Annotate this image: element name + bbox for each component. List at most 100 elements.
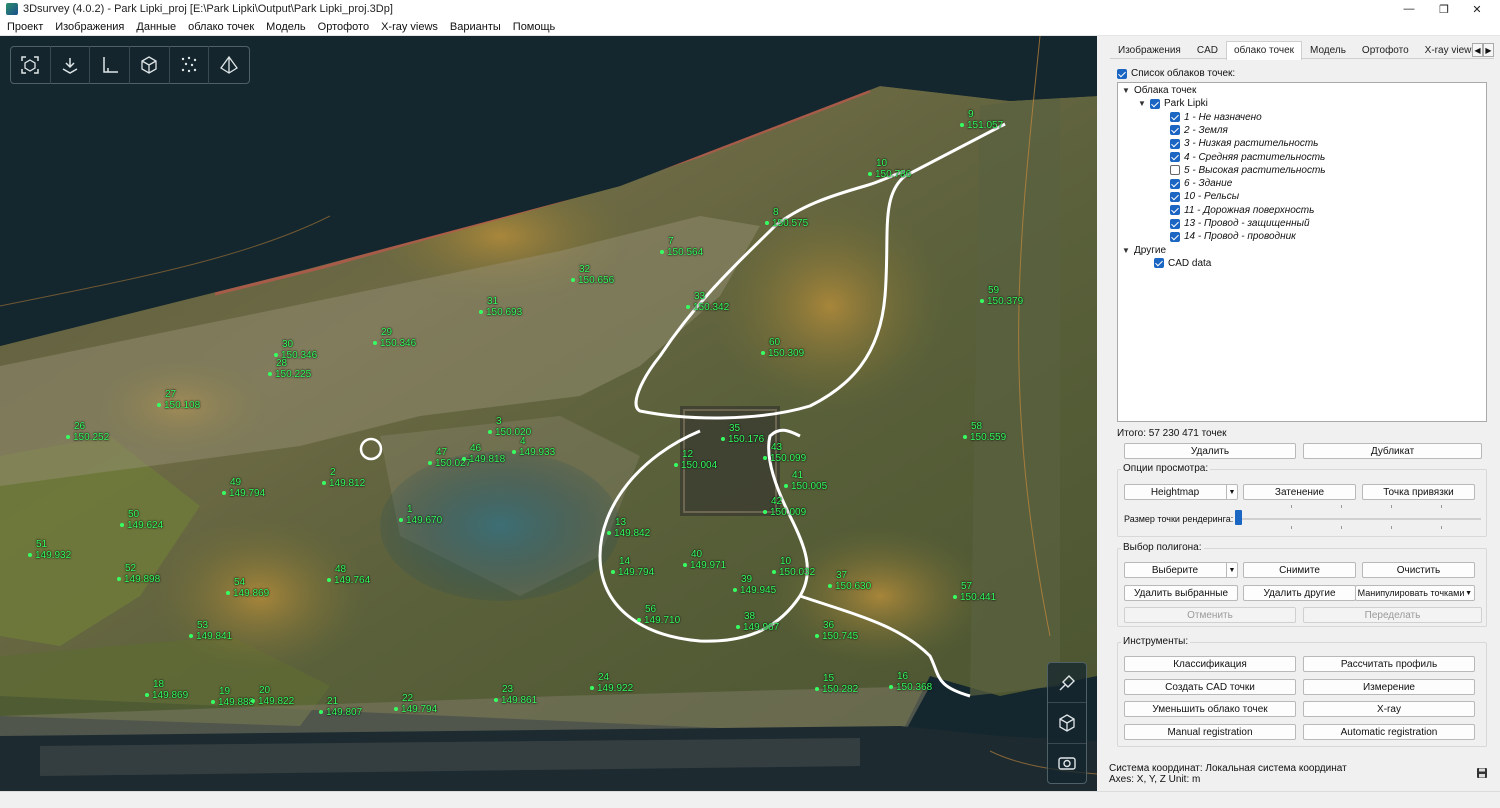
survey-marker[interactable]: 42 150.009: [763, 496, 806, 518]
tree-checkbox[interactable]: [1170, 152, 1180, 162]
tree-class-item[interactable]: 1 - Не назначено: [1170, 112, 1262, 123]
model-icon[interactable]: [1048, 703, 1086, 744]
survey-marker[interactable]: 54 149.869: [226, 577, 269, 599]
tree-class-item[interactable]: 3 - Низкая растительность: [1170, 138, 1318, 149]
survey-marker[interactable]: 35 150.176: [721, 423, 764, 445]
reduce-cloud-button[interactable]: Уменьшить облако точек: [1124, 701, 1296, 717]
tree-class-item[interactable]: 4 - Средняя растительность: [1170, 152, 1325, 163]
survey-marker[interactable]: 56 149.710: [637, 604, 680, 626]
automatic-registration-button[interactable]: Automatic registration: [1303, 724, 1475, 740]
tree-checkbox[interactable]: [1150, 98, 1160, 109]
cube-icon[interactable]: [130, 46, 170, 84]
menu-xray-views[interactable]: X-ray views: [375, 18, 444, 36]
survey-marker[interactable]: 20 149.822: [251, 685, 294, 707]
menu-images[interactable]: Изображения: [49, 18, 130, 36]
point-size-slider[interactable]: [1235, 510, 1242, 525]
manual-registration-button[interactable]: Manual registration: [1124, 724, 1296, 740]
menu-variants[interactable]: Варианты: [444, 18, 507, 36]
tree-checkbox[interactable]: [1154, 258, 1164, 269]
survey-marker[interactable]: 2 149.812: [322, 467, 365, 489]
tree-checkbox[interactable]: [1170, 178, 1180, 189]
survey-marker[interactable]: 39 149.945: [733, 574, 776, 596]
tree-checkbox[interactable]: [1170, 138, 1180, 149]
save-icon[interactable]: [1476, 767, 1488, 779]
tree-class-item[interactable]: 2 - Земля: [1170, 125, 1228, 136]
survey-marker[interactable]: 13 149.842: [607, 517, 650, 539]
axis-icon[interactable]: [90, 46, 131, 84]
redo-button[interactable]: Переделать: [1303, 607, 1482, 623]
duplicate-button[interactable]: Дубликат: [1303, 443, 1482, 459]
survey-marker[interactable]: 31 150.693: [479, 296, 522, 318]
survey-marker[interactable]: 16 150.368: [889, 671, 932, 693]
camera-icon[interactable]: [1048, 744, 1086, 783]
survey-marker[interactable]: 33 150.342: [686, 291, 729, 313]
menu-data[interactable]: Данные: [130, 18, 182, 36]
tab-images[interactable]: Изображения: [1110, 41, 1189, 59]
manipulate-points-button[interactable]: Манипулировать точками ▼: [1355, 585, 1475, 601]
tree-checkbox[interactable]: [1170, 112, 1180, 123]
tab-model[interactable]: Модель: [1302, 41, 1354, 59]
tab-cad[interactable]: CAD: [1189, 41, 1226, 59]
survey-marker[interactable]: 46 149.818: [462, 443, 505, 465]
survey-marker[interactable]: 53 149.841: [189, 620, 232, 642]
tree-others[interactable]: ▼ Другие: [1122, 245, 1166, 256]
survey-marker[interactable]: 48 149.764: [327, 564, 370, 586]
tree-class-item[interactable]: 5 - Высокая растительность: [1170, 165, 1326, 176]
survey-marker[interactable]: 32 150.656: [571, 264, 614, 286]
tab-orthophoto[interactable]: Ортофото: [1354, 41, 1417, 59]
delete-others-button[interactable]: Удалить другие: [1243, 585, 1356, 601]
tree-class-item[interactable]: 6 - Здание: [1170, 178, 1232, 189]
survey-marker[interactable]: 19 149.888: [211, 686, 254, 708]
plane-icon[interactable]: [209, 46, 249, 84]
drone-icon[interactable]: [1048, 663, 1086, 704]
survey-marker[interactable]: 43 150.099: [763, 442, 806, 464]
tree-class-item[interactable]: 13 - Провод - защищенный: [1170, 218, 1310, 229]
deselect-button[interactable]: Снимите: [1243, 562, 1356, 578]
survey-marker[interactable]: 27 150.108: [157, 389, 200, 411]
menu-model[interactable]: Модель: [260, 18, 311, 36]
menu-point-cloud[interactable]: облако точек: [182, 18, 260, 36]
expand-caret-icon[interactable]: ▼: [1122, 246, 1130, 255]
select-polygon-button[interactable]: Выберите ▼: [1124, 562, 1238, 578]
survey-marker[interactable]: 57 150.441: [953, 581, 996, 603]
expand-caret-icon[interactable]: ▼: [1122, 86, 1130, 95]
tree-checkbox[interactable]: [1170, 165, 1180, 176]
survey-marker[interactable]: 22 149.794: [394, 693, 437, 715]
classification-button[interactable]: Классификация: [1124, 656, 1296, 672]
tree-project[interactable]: ▼ Park Lipki: [1138, 98, 1208, 109]
survey-marker[interactable]: 18 149.869: [145, 679, 188, 701]
tree-checkbox[interactable]: [1170, 191, 1180, 202]
tab-scroll-right-icon[interactable]: ▶: [1483, 43, 1494, 57]
menu-help[interactable]: Помощь: [507, 18, 562, 36]
clear-button[interactable]: Очистить: [1362, 562, 1475, 578]
heightmap-select[interactable]: Heightmap ▼: [1124, 484, 1238, 500]
survey-marker[interactable]: 40 149.971: [683, 549, 726, 571]
survey-marker[interactable]: 59 150.379: [980, 285, 1023, 307]
survey-marker[interactable]: 50 149.624: [120, 509, 163, 531]
survey-marker[interactable]: 49 149.794: [222, 477, 265, 499]
survey-marker[interactable]: 3 150.020: [488, 416, 531, 438]
tree-class-item[interactable]: 10 - Рельсы: [1170, 191, 1239, 202]
tab-scroll-left-icon[interactable]: ◀: [1472, 43, 1483, 57]
undo-button[interactable]: Отменить: [1124, 607, 1296, 623]
survey-marker[interactable]: 10 150.032: [772, 556, 815, 578]
xray-button[interactable]: X-ray: [1303, 701, 1475, 717]
survey-marker[interactable]: 1 149.670: [399, 504, 442, 526]
tree-checkbox[interactable]: [1170, 125, 1180, 136]
survey-marker[interactable]: 60 150.309: [761, 337, 804, 359]
tree-class-item[interactable]: 11 - Дорожная поверхность: [1170, 205, 1314, 216]
menu-orthophoto[interactable]: Ортофото: [312, 18, 375, 36]
survey-marker[interactable]: 41 150.005: [784, 470, 827, 492]
calculate-profile-button[interactable]: Рассчитать профиль: [1303, 656, 1475, 672]
points-icon[interactable]: [170, 46, 210, 84]
tree-checkbox[interactable]: [1170, 218, 1180, 229]
measure-button[interactable]: Измерение: [1303, 679, 1475, 695]
survey-marker[interactable]: 29 150.346: [373, 327, 416, 349]
survey-marker[interactable]: 15 150.282: [815, 673, 858, 695]
survey-marker[interactable]: 7 150.564: [660, 236, 703, 258]
survey-marker[interactable]: 8 150.575: [765, 207, 808, 229]
tree-checkbox[interactable]: [1170, 231, 1180, 242]
survey-marker[interactable]: 36 150.745: [815, 620, 858, 642]
survey-marker[interactable]: 26 150.252: [66, 421, 109, 443]
create-cad-points-button[interactable]: Создать CAD точки: [1124, 679, 1296, 695]
